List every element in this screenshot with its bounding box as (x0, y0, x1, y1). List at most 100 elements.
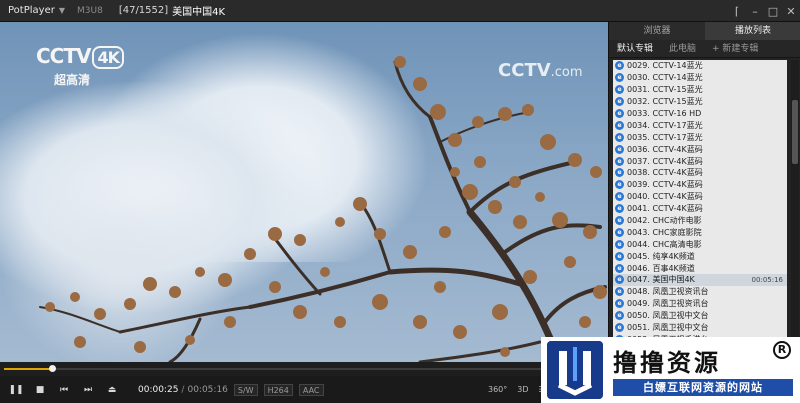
pin-icon[interactable]: ⌈ (728, 0, 746, 22)
album-this-pc[interactable]: 此电脑 (661, 40, 704, 58)
album-default[interactable]: 默认专辑 (609, 40, 661, 58)
next-icon[interactable]: ⏭ (76, 376, 100, 403)
playlist-item[interactable]: e 0051. 凤凰卫视中文台 (613, 322, 787, 334)
scrollbar-thumb[interactable] (792, 100, 798, 164)
playlist-item-label: 0032. CCTV-15蓝光 (627, 97, 703, 107)
playlist-item[interactable]: e 0031. CCTV-15蓝光 (613, 84, 787, 96)
playlist-scrollbar[interactable] (791, 60, 799, 360)
maximize-icon[interactable]: □ (764, 0, 782, 22)
playlist-item-label: 0029. CCTV-14蓝光 (627, 61, 703, 71)
new-album-button[interactable]: + 新建专辑 (704, 40, 766, 58)
close-icon[interactable]: ✕ (782, 0, 800, 22)
playlist-item[interactable]: e 0049. 凤凰卫视资讯台 (613, 298, 787, 310)
tab-playlist[interactable]: 播放列表 (705, 22, 800, 40)
playlist-item-label: 0046. 百事4K频道 (627, 263, 695, 273)
decoder-tag[interactable]: S/W (233, 383, 258, 396)
previous-icon[interactable]: ⏮ (52, 376, 76, 403)
stream-icon: e (615, 144, 624, 154)
playlist-item-label: 0048. 凤凰卫视资讯台 (627, 287, 709, 297)
site-subtitle: 白嫖互联网资源的网站 (613, 379, 793, 396)
stream-icon: e (615, 180, 624, 190)
playlist-item[interactable]: e 0035. CCTV-17蓝光 (613, 131, 787, 143)
playlist-item-label: 0047. 美国中国4K (627, 275, 695, 285)
playlist-item[interactable]: e 0037. CCTV-4K蓝码 (613, 155, 787, 167)
playlist-item[interactable]: e 0029. CCTV-14蓝光 (613, 60, 787, 72)
seek-progress (4, 368, 52, 370)
stop-icon[interactable]: ■ (28, 376, 52, 403)
playlist-item[interactable]: e 0039. CCTV-4K蓝码 (613, 179, 787, 191)
site-title: 撸撸资源 (613, 349, 721, 377)
pause-icon[interactable]: ❚❚ (4, 376, 28, 403)
playlist-item[interactable]: e 0050. 凤凰卫视中文台 (613, 310, 787, 322)
playlist-item[interactable]: e 0033. CCTV-16 HD (613, 108, 787, 120)
stream-icon: e (615, 109, 624, 118)
seek-track[interactable] (4, 365, 604, 372)
album-tabs: 默认专辑 此电脑 + 新建专辑 (609, 40, 800, 58)
3d-button[interactable]: 3D (517, 385, 528, 394)
playlist-item[interactable]: e 0041. CCTV-4K蓝码 (613, 203, 787, 215)
watermark-com: .com (550, 65, 583, 80)
total-time: 00:05:16 (187, 384, 228, 395)
stream-icon: e (615, 85, 624, 95)
stream-icon: e (615, 216, 624, 226)
video-area[interactable]: CCTV 4K 超高清 CCTV.com (0, 22, 608, 362)
stream-icon: e (615, 204, 624, 214)
playlist-item[interactable]: e 0045. 纯享4K频道 (613, 250, 787, 262)
stream-icon: e (615, 239, 624, 249)
playlist-item-label: 0039. CCTV-4K蓝码 (627, 180, 703, 190)
video-codec-tag[interactable]: H264 (263, 383, 293, 396)
tab-browser[interactable]: 浏览器 (609, 22, 705, 40)
playlist-item-label: 0042. CHC动作电影 (627, 216, 702, 226)
playlist-item-label: 0045. 纯享4K频道 (627, 251, 695, 261)
stream-icon: e (615, 227, 624, 237)
format-label: M3U8 (77, 5, 103, 16)
stream-icon: e (615, 73, 624, 83)
playlist-item-label: 0033. CCTV-16 HD (627, 109, 702, 118)
stream-icon: e (615, 168, 624, 178)
channel-logo-4k: 4K (92, 46, 125, 69)
playlist-item[interactable]: e 0044. CHC高清电影 (613, 238, 787, 250)
playlist-item[interactable]: e 0030. CCTV-14蓝光 (613, 72, 787, 84)
playlist-item[interactable]: e 0034. CCTV-17蓝光 (613, 119, 787, 131)
playlist-item[interactable]: e 0046. 百事4K频道 (613, 262, 787, 274)
seek-handle[interactable] (49, 365, 56, 372)
now-playing-title: 美国中国4K (172, 7, 226, 18)
stream-icon: e (615, 299, 624, 309)
channel-logo: CCTV 4K 超高清 (36, 44, 125, 88)
cctv-watermark: CCTV.com (498, 60, 583, 81)
playlist-item-label: 0034. CCTV-17蓝光 (627, 120, 703, 130)
seek-bar[interactable] (0, 362, 608, 376)
registered-mark: R (773, 341, 791, 359)
app-name: PotPlayer (8, 5, 55, 16)
playlist-item[interactable]: e 0038. CCTV-4K蓝码 (613, 167, 787, 179)
app-menu-button[interactable]: PotPlayer ▼ (0, 0, 71, 22)
playlist-item-label: 0043. CHC家庭影院 (627, 227, 702, 237)
stream-icon: e (615, 61, 624, 71)
playlist-item-label: 0050. 凤凰卫视中文台 (627, 311, 709, 321)
stream-icon: e (615, 156, 624, 166)
vr360-button[interactable]: 360° (488, 385, 507, 394)
time-separator: / (181, 384, 185, 395)
stream-icon: e (615, 132, 624, 142)
playlist-item[interactable]: e 0042. CHC动作电影 (613, 215, 787, 227)
stream-icon: e (615, 263, 624, 273)
stream-icon: e (615, 192, 624, 202)
playlist-item[interactable]: e 0048. 凤凰卫视资讯台 (613, 286, 787, 298)
playlist-item-duration: 00:05:16 (751, 275, 783, 284)
stream-icon: e (615, 120, 624, 130)
chevron-down-icon: ▼ (58, 6, 65, 15)
playlist-item-label: 0044. CHC高清电影 (627, 239, 702, 249)
minimize-icon[interactable]: – (746, 0, 764, 22)
playlist-item[interactable]: e 0032. CCTV-15蓝光 (613, 96, 787, 108)
eject-icon[interactable]: ⏏ (100, 376, 124, 403)
watermark-main: CCTV (498, 60, 551, 81)
playlist-item[interactable]: e 0036. CCTV-4K蓝码 (613, 143, 787, 155)
playlist-item[interactable]: e 0040. CCTV-4K蓝码 (613, 191, 787, 203)
stream-icon: e (615, 311, 624, 321)
playlist-item[interactable]: e 0047. 美国中国4K 00:05:16 (613, 274, 787, 286)
playlist-item[interactable]: e 0043. CHC家庭影院 (613, 226, 787, 238)
audio-codec-tag[interactable]: AAC (298, 383, 324, 396)
playlist-item-label: 0038. CCTV-4K蓝码 (627, 168, 703, 178)
playlist-item-label: 0049. 凤凰卫视资讯台 (627, 299, 709, 309)
channel-logo-subtitle: 超高清 (54, 73, 91, 87)
